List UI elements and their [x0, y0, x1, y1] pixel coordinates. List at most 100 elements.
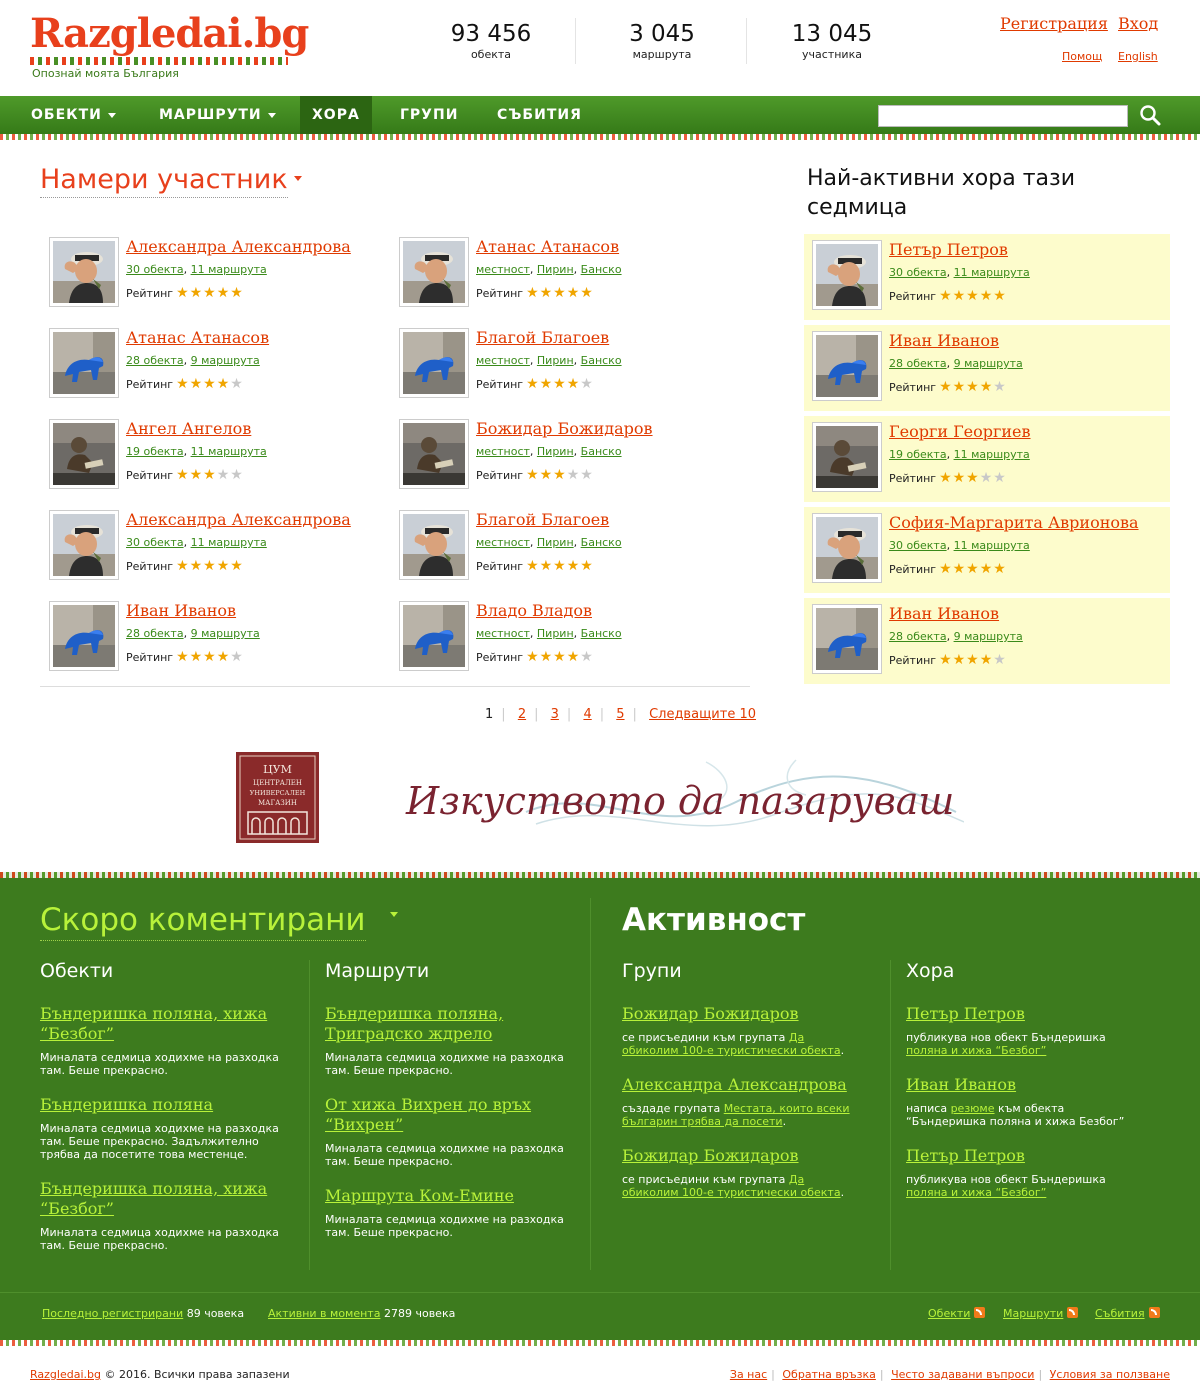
routes-count-link[interactable]: 9 маршрута	[954, 630, 1023, 643]
objects-count-link[interactable]: 30 обекта	[889, 266, 947, 279]
location-link[interactable]: Пирин	[537, 263, 574, 276]
page-link[interactable]: 4	[583, 707, 591, 722]
feed-objects[interactable]: Обекти	[928, 1307, 986, 1320]
routes-count-link[interactable]: 11 маршрута	[954, 266, 1030, 279]
advertisement-banner[interactable]: ЦУМ ЦЕНТРАЛЕН УНИВЕРСАЛЕН МАГАЗИН Изкуст…	[236, 752, 965, 844]
location-link[interactable]: местност	[476, 627, 530, 640]
objects-count-link[interactable]: 28 обекта	[889, 357, 947, 370]
location-link[interactable]: Пирин	[537, 627, 574, 640]
member-name-link[interactable]: Иван Иванов	[889, 604, 999, 623]
avatar[interactable]	[812, 513, 882, 583]
footer-item-title-link[interactable]: Петър Петров	[906, 1004, 1146, 1024]
footer-item-title-link[interactable]: Бъндеришка поляна, хижа “Безбог”	[40, 1179, 280, 1219]
login-link[interactable]: Вход	[1118, 14, 1158, 33]
footer-item-title-link[interactable]: От хижа Вихрен до връх “Вихрен”	[325, 1095, 565, 1135]
avatar[interactable]	[399, 601, 469, 671]
location-link[interactable]: Пирин	[537, 536, 574, 549]
location-link[interactable]: Пирин	[537, 354, 574, 367]
logo-text[interactable]: Razgledai.bg	[30, 12, 309, 56]
avatar[interactable]	[812, 422, 882, 492]
location-link[interactable]: местност	[476, 263, 530, 276]
feed-routes[interactable]: Маршрути	[1003, 1307, 1079, 1320]
object-link[interactable]: поляна и хижа “Безбог”	[906, 1186, 1046, 1199]
routes-count-link[interactable]: 9 маршрута	[191, 627, 260, 640]
avatar[interactable]	[399, 328, 469, 398]
member-name-link[interactable]: Георги Георгиев	[889, 422, 1031, 441]
avatar[interactable]	[49, 328, 119, 398]
site-logo[interactable]: Razgledai.bg Опознай моята България	[30, 12, 309, 80]
location-link[interactable]: Пирин	[537, 445, 574, 458]
feed-label[interactable]: Маршрути	[1003, 1307, 1063, 1320]
footer-item-title-link[interactable]: Божидар Божидаров	[622, 1004, 862, 1024]
routes-count-link[interactable]: 11 маршрута	[191, 263, 267, 276]
member-name-link[interactable]: Благой Благоев	[476, 328, 609, 347]
objects-count-link[interactable]: 19 обекта	[126, 445, 184, 458]
next-page-link[interactable]: Следващите 10	[649, 707, 756, 722]
location-link[interactable]: Банско	[581, 263, 622, 276]
footer-item-title-link[interactable]: Маршрута Ком-Емине	[325, 1186, 565, 1206]
location-link[interactable]: местност	[476, 445, 530, 458]
objects-count-link[interactable]: 30 обекта	[126, 536, 184, 549]
routes-count-link[interactable]: 11 маршрута	[191, 536, 267, 549]
routes-count-link[interactable]: 9 маршрута	[954, 357, 1023, 370]
object-link[interactable]: резюме	[951, 1102, 995, 1115]
location-link[interactable]: местност	[476, 354, 530, 367]
member-name-link[interactable]: Ангел Ангелов	[126, 419, 251, 438]
avatar[interactable]	[399, 237, 469, 307]
member-name-link[interactable]: Петър Петров	[889, 240, 1008, 259]
english-link[interactable]: English	[1118, 50, 1158, 63]
objects-count-link[interactable]: 28 обекта	[126, 627, 184, 640]
site-home-link[interactable]: Razgledai.bg	[30, 1368, 101, 1381]
routes-count-link[interactable]: 11 маршрута	[954, 448, 1030, 461]
objects-count-link[interactable]: 19 обекта	[889, 448, 947, 461]
feed-label[interactable]: Обекти	[928, 1307, 970, 1320]
avatar[interactable]	[49, 601, 119, 671]
search-input[interactable]	[878, 105, 1128, 127]
chevron-down-icon[interactable]	[390, 912, 398, 917]
online-now-link[interactable]: Активни в момента	[268, 1307, 380, 1320]
location-link[interactable]: Банско	[581, 536, 622, 549]
rss-icon[interactable]	[1148, 1307, 1160, 1318]
location-link[interactable]: местност	[476, 536, 530, 549]
search-icon[interactable]	[1138, 103, 1162, 127]
member-name-link[interactable]: Атанас Атанасов	[126, 328, 269, 347]
member-name-link[interactable]: Благой Благоев	[476, 510, 609, 529]
avatar[interactable]	[49, 510, 119, 580]
footer-item-title-link[interactable]: Петър Петров	[906, 1146, 1146, 1166]
location-link[interactable]: Банско	[581, 627, 622, 640]
feed-label[interactable]: Събития	[1095, 1307, 1145, 1320]
avatar[interactable]	[812, 240, 882, 310]
help-link[interactable]: Помощ	[1062, 50, 1102, 63]
member-name-link[interactable]: Александра Александрова	[126, 510, 351, 529]
member-name-link[interactable]: Иван Иванов	[889, 331, 999, 350]
avatar[interactable]	[399, 510, 469, 580]
objects-count-link[interactable]: 30 обекта	[126, 263, 184, 276]
rss-icon[interactable]	[1067, 1307, 1079, 1318]
about-link[interactable]: За нас	[730, 1368, 767, 1381]
nav-groups[interactable]: ГРУПИ	[388, 96, 470, 134]
footer-item-title-link[interactable]: Божидар Божидаров	[622, 1146, 862, 1166]
page-link[interactable]: 3	[551, 707, 559, 722]
routes-count-link[interactable]: 11 маршрута	[191, 445, 267, 458]
member-name-link[interactable]: Божидар Божидаров	[476, 419, 653, 438]
nav-objects[interactable]: ОБЕКТИ	[19, 96, 128, 134]
faq-link[interactable]: Често задавани въпроси	[891, 1368, 1034, 1381]
objects-count-link[interactable]: 28 обекта	[126, 354, 184, 367]
location-link[interactable]: Банско	[581, 354, 622, 367]
routes-count-link[interactable]: 11 маршрута	[954, 539, 1030, 552]
objects-count-link[interactable]: 28 обекта	[889, 630, 947, 643]
avatar[interactable]	[49, 419, 119, 489]
member-name-link[interactable]: Александра Александрова	[126, 237, 351, 256]
member-name-link[interactable]: Атанас Атанасов	[476, 237, 619, 256]
member-name-link[interactable]: Иван Иванов	[126, 601, 236, 620]
nav-routes[interactable]: МАРШРУТИ	[147, 96, 288, 134]
avatar[interactable]	[812, 331, 882, 401]
member-name-link[interactable]: Владо Владов	[476, 601, 592, 620]
last-registered-link[interactable]: Последно регистрирани	[42, 1307, 183, 1320]
footer-item-title-link[interactable]: Александра Александрова	[622, 1075, 862, 1095]
page-link[interactable]: 5	[616, 707, 624, 722]
find-member-title[interactable]: Намери участник	[40, 164, 288, 198]
location-link[interactable]: Банско	[581, 445, 622, 458]
avatar[interactable]	[812, 604, 882, 674]
nav-events[interactable]: СЪБИТИЯ	[485, 96, 594, 134]
